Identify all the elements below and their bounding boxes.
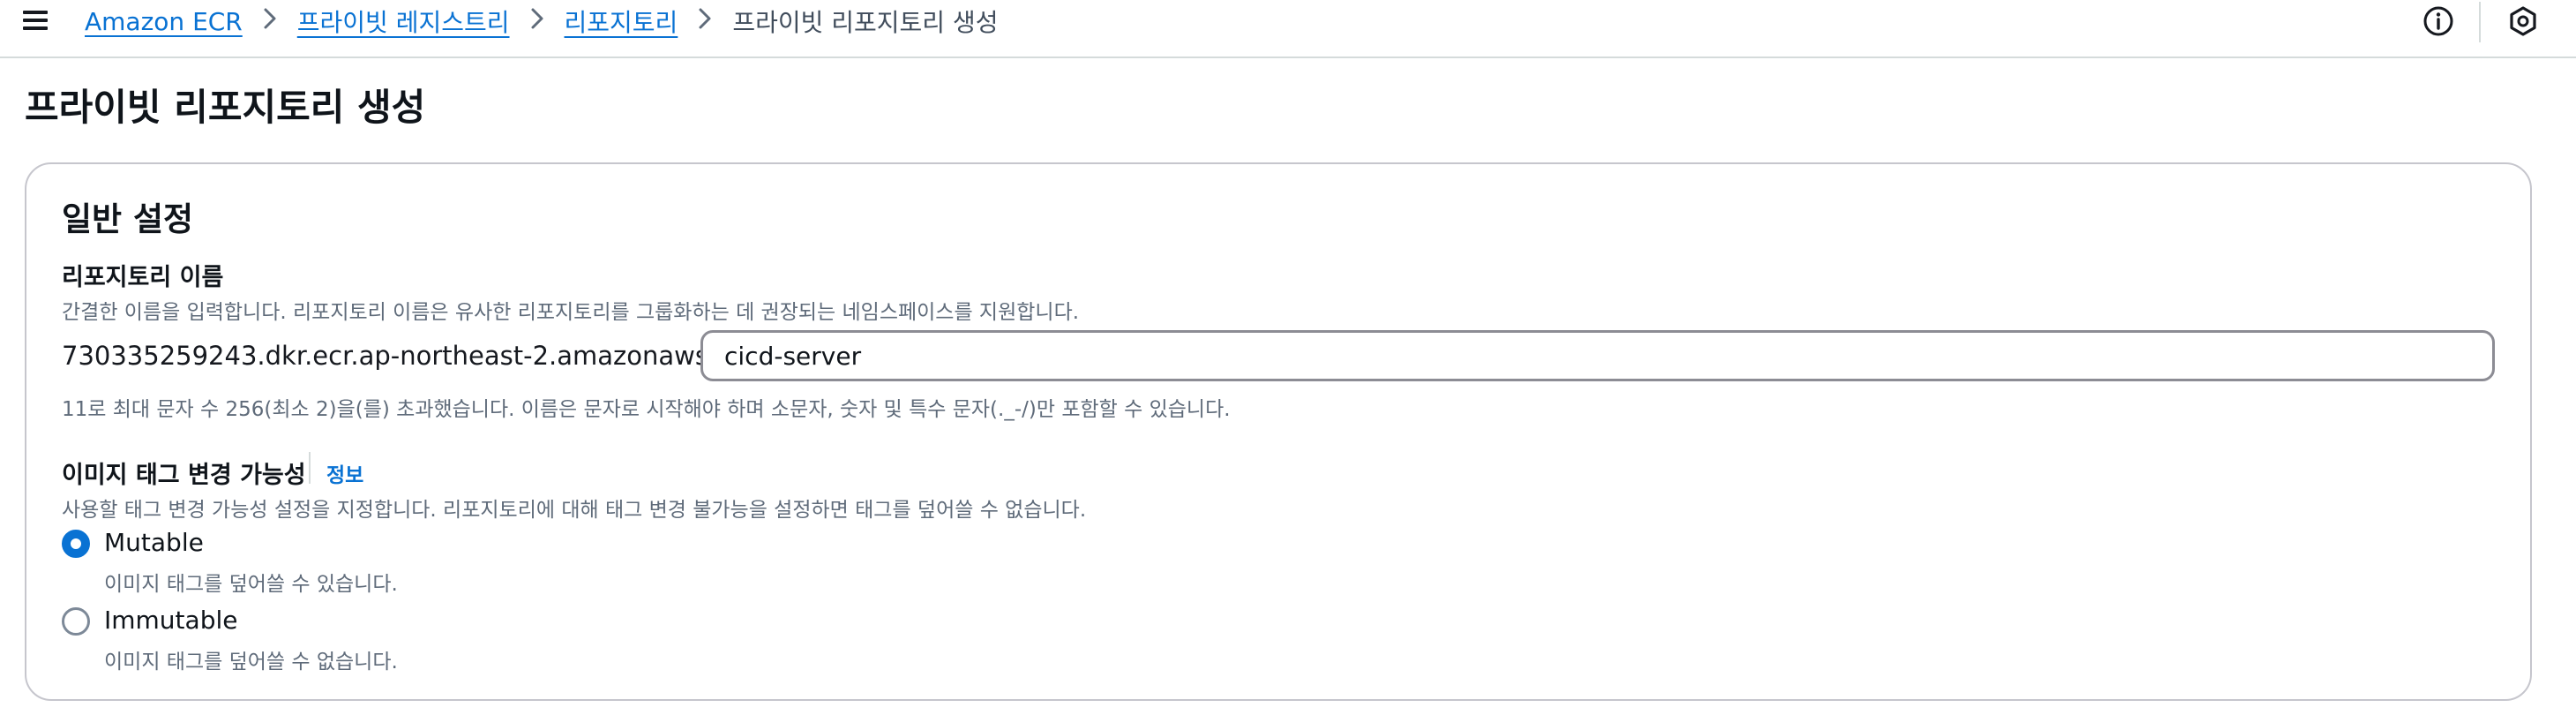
chevron-right-icon xyxy=(510,6,565,37)
chevron-right-icon xyxy=(243,6,297,37)
immutable-radio[interactable] xyxy=(62,607,90,636)
mutable-radio-label[interactable]: Mutable xyxy=(104,528,204,557)
immutable-description: 이미지 태그를 덮어쓸 수 없습니다. xyxy=(104,651,398,674)
immutable-radio-label[interactable]: Immutable xyxy=(104,606,237,635)
repository-name-constraint: 11로 최대 문자 수 256(최소 2)을(를) 초과했습니다. 이름은 문자… xyxy=(62,398,1231,421)
repository-name-label: 리포지토리 이름 xyxy=(62,264,224,291)
general-settings-container: 일반 설정 리포지토리 이름 간결한 이름을 입력합니다. 리포지토리 이름은 … xyxy=(25,162,2532,701)
chevron-right-icon xyxy=(678,6,732,37)
breadcrumb-link-private-registry[interactable]: 프라이빗 레지스트리 xyxy=(297,4,510,39)
page-title: 프라이빗 리포지토리 생성 xyxy=(25,86,426,129)
breadcrumb-link-amazon-ecr[interactable]: Amazon ECR xyxy=(85,7,243,36)
breadcrumb-current: 프라이빗 리포지토리 생성 xyxy=(732,8,999,37)
tag-mutability-description: 사용할 태그 변경 가능성 설정을 지정합니다. 리포지토리에 대해 태그 변경… xyxy=(62,499,1087,522)
repository-name-input[interactable] xyxy=(700,330,2495,381)
repository-uri-prefix: 730335259243.dkr.ecr.ap-northeast-2.amaz… xyxy=(62,341,780,371)
breadcrumb-link-repositories[interactable]: 리포지토리 xyxy=(565,4,678,39)
hamburger-menu-icon[interactable] xyxy=(21,7,53,34)
info-circle-icon[interactable] xyxy=(2421,4,2456,39)
repository-name-description: 간결한 이름을 입력합니다. 리포지토리 이름은 유사한 리포지토리를 그룹화하… xyxy=(62,301,1080,324)
top-navigation-bar: Amazon ECR 프라이빗 레지스트리 리포지토리 프라이빗 리포지토리 생… xyxy=(0,0,2576,58)
hexagon-settings-icon[interactable] xyxy=(2505,4,2541,39)
mutable-radio[interactable] xyxy=(62,530,90,558)
container-title: 일반 설정 xyxy=(62,200,194,238)
tag-mutability-label: 이미지 태그 변경 가능성 xyxy=(62,462,306,489)
toolbar-divider xyxy=(2479,2,2481,42)
info-link[interactable]: 정보 xyxy=(326,458,363,488)
mutable-description: 이미지 태그를 덮어쓸 수 있습니다. xyxy=(104,573,398,596)
breadcrumb: Amazon ECR 프라이빗 레지스트리 리포지토리 프라이빗 리포지토리 생… xyxy=(85,4,999,39)
label-divider xyxy=(309,452,311,484)
